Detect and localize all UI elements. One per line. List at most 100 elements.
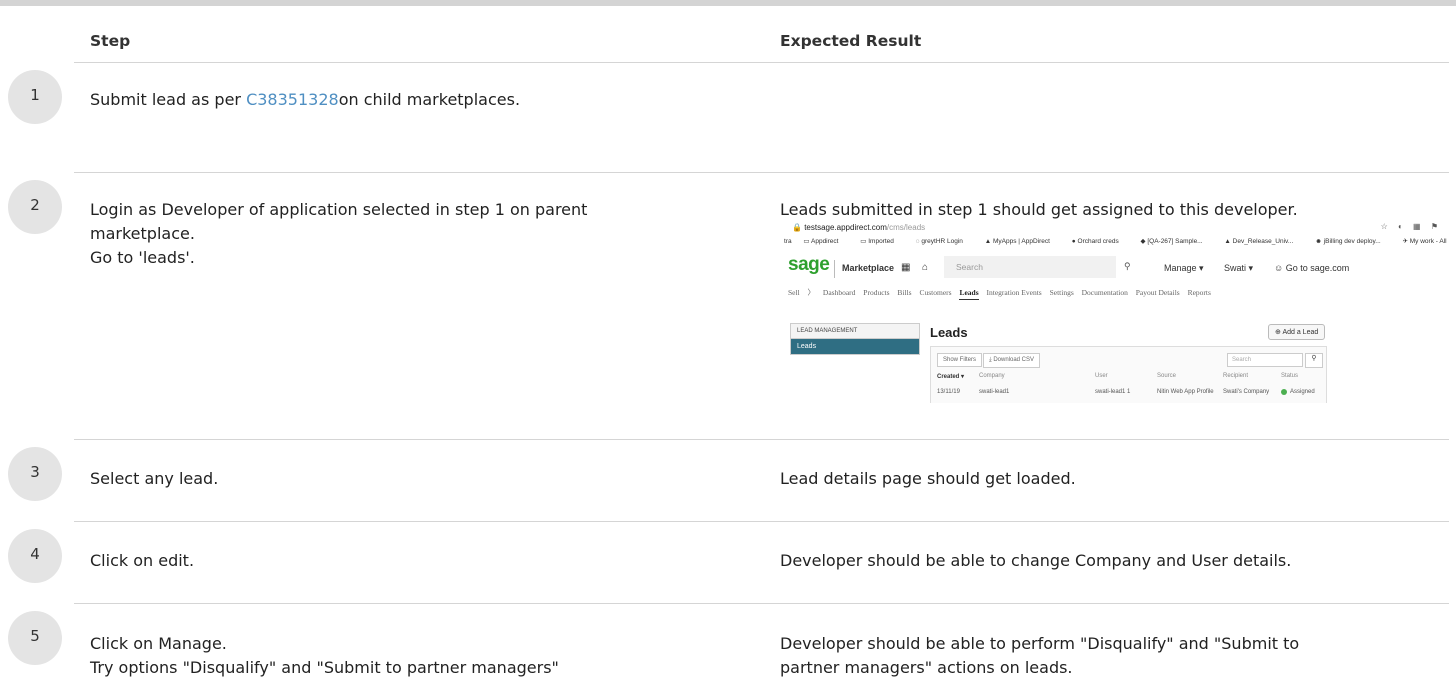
search-icon[interactable]: ⚲ xyxy=(1305,353,1323,368)
subnav-leads[interactable]: Leads xyxy=(959,288,979,300)
expected-line: Lead details page should get loaded. xyxy=(780,469,1076,488)
attached-screenshot: 🔒 testsage.appdirect.com/cms/leads ☆ ◐ ▦… xyxy=(784,223,1448,403)
table-search-input[interactable]: Search xyxy=(1227,353,1303,367)
leads-table: Show Filters ⤓ Download CSV Search ⚲ Cre… xyxy=(930,346,1327,403)
top-bar xyxy=(0,0,1456,6)
step-5-text: Click on Manage. Try options "Disqualify… xyxy=(90,632,690,680)
step-4-text: Click on edit. xyxy=(90,549,690,573)
subnav-products[interactable]: Products xyxy=(863,288,889,297)
step-line: Go to 'leads'. xyxy=(90,248,195,267)
step-number: 3 xyxy=(8,447,62,501)
step-3-expected: Lead details page should get loaded. xyxy=(780,467,1440,491)
cell-source: Nitin Web App Profile xyxy=(1157,389,1214,395)
step-line: Click on edit. xyxy=(90,551,195,570)
col-company: Company xyxy=(979,373,1005,379)
step-5-expected: Developer should be able to perform "Dis… xyxy=(780,632,1440,680)
step-line: Select any lead. xyxy=(90,469,219,488)
bookmark[interactable]: ◌ greytHR Login xyxy=(916,238,973,245)
subnav-sell[interactable]: Sell xyxy=(788,288,800,297)
row-divider xyxy=(74,172,1449,173)
cell-recipient: Swati's Company xyxy=(1223,389,1270,395)
download-icon: ⤓ xyxy=(989,357,992,363)
manage-menu[interactable]: Manage ▾ xyxy=(1164,263,1204,274)
cell-created: 13/11/19 xyxy=(937,389,960,395)
step-4-expected: Developer should be able to change Compa… xyxy=(780,549,1440,573)
subnav-bills[interactable]: Bills xyxy=(897,288,911,297)
step-line: Click on Manage. xyxy=(90,634,227,653)
subnav-dashboard[interactable]: Dashboard xyxy=(823,288,856,297)
cell-company: swati-lead1 xyxy=(979,389,1010,395)
status-dot-icon xyxy=(1281,389,1287,395)
bookmark[interactable]: ☻ jBilling dev deploy... xyxy=(1315,238,1391,245)
download-csv-button[interactable]: ⤓ Download CSV xyxy=(983,353,1041,368)
subnav-reports[interactable]: Reports xyxy=(1188,288,1211,297)
step-text-suffix: on child marketplaces. xyxy=(338,90,521,109)
subnav-documentation[interactable]: Documentation xyxy=(1082,288,1128,297)
subnav-settings[interactable]: Settings xyxy=(1050,288,1074,297)
step-line: marketplace. xyxy=(90,224,195,243)
step-line: Login as Developer of application select… xyxy=(90,200,588,219)
url-bar: 🔒 testsage.appdirect.com/cms/leads xyxy=(792,223,926,232)
bookmark[interactable]: ▭ Imported xyxy=(860,238,904,245)
header-divider xyxy=(74,62,1449,63)
browser-icons: ☆ ◐ ▦ ⚑ xyxy=(1380,223,1442,231)
url-path: /cms/leads xyxy=(886,223,926,232)
step-1-text: Submit lead as per C38351328on child mar… xyxy=(90,88,690,112)
subnav-integration-events[interactable]: Integration Events xyxy=(987,288,1042,297)
show-filters-button[interactable]: Show Filters xyxy=(937,353,983,367)
step-number: 5 xyxy=(8,611,62,665)
bookmark[interactable]: ▭ Appdirect xyxy=(803,238,848,245)
page-title: Leads xyxy=(930,325,968,340)
step-3-text: Select any lead. xyxy=(90,467,690,491)
subnav-payout-details[interactable]: Payout Details xyxy=(1136,288,1180,297)
bookmark[interactable]: tra xyxy=(784,238,792,245)
col-status: Status xyxy=(1281,373,1299,379)
row-divider xyxy=(74,521,1449,522)
expected-line: Leads submitted in step 1 should get ass… xyxy=(780,200,1298,219)
subnav-customers[interactable]: Customers xyxy=(919,288,951,297)
step-number: 2 xyxy=(8,180,62,234)
case-link[interactable]: C38351328 xyxy=(246,90,339,109)
go-to-site-link[interactable]: ☺ Go to sage.com xyxy=(1274,263,1349,273)
sidebar-heading: LEAD MANAGEMENT xyxy=(791,324,919,339)
bookmark[interactable]: ✈ My work - All xyxy=(1403,238,1449,245)
bookmark[interactable]: ◆ [QA-267] Sample... xyxy=(1141,238,1213,245)
step-2-text: Login as Developer of application select… xyxy=(90,198,690,270)
sidebar-item-leads[interactable]: Leads xyxy=(791,339,919,354)
lead-management-sidebar: LEAD MANAGEMENT Leads xyxy=(790,323,920,355)
bookmarks-bar: tra ▭ Appdirect ▭ Imported ◌ greytHR Log… xyxy=(784,237,1448,245)
marketplace-search-input[interactable]: Search xyxy=(944,256,1116,278)
store-icon[interactable]: ⌂ xyxy=(922,262,928,273)
logo-separator xyxy=(834,260,835,278)
column-header-step: Step xyxy=(90,32,131,50)
marketplace-label: Marketplace xyxy=(842,263,895,273)
apps-grid-icon[interactable]: ▦ xyxy=(901,262,910,273)
bookmark[interactable]: ▲ Dev_Release_Univ... xyxy=(1224,238,1303,245)
row-divider xyxy=(74,603,1449,604)
col-recipient: Recipient xyxy=(1223,373,1249,379)
column-header-expected-result: Expected Result xyxy=(780,32,922,50)
col-source: Source xyxy=(1157,373,1177,379)
expected-line: Developer should be able to perform "Dis… xyxy=(780,634,1300,653)
bookmark[interactable]: ▲ MyApps | AppDirect xyxy=(985,238,1060,245)
step-text-prefix: Submit lead as per xyxy=(90,90,247,109)
plus-icon: ⊕ xyxy=(1275,329,1281,336)
expected-line: Developer should be able to change Compa… xyxy=(780,551,1292,570)
step-number: 4 xyxy=(8,529,62,583)
expected-line: partner managers" actions on leads. xyxy=(780,658,1073,677)
sub-navigation: Sell 〉 Dashboard Products Bills Customer… xyxy=(788,287,1217,300)
sage-logo[interactable]: sage xyxy=(788,254,830,276)
step-line: Try options "Disqualify" and "Submit to … xyxy=(90,658,559,677)
cell-user: swati-lead1 1 xyxy=(1095,389,1131,395)
row-divider xyxy=(74,439,1449,440)
col-created[interactable]: Created ▾ xyxy=(937,373,964,380)
step-number: 1 xyxy=(8,70,62,124)
user-menu[interactable]: Swati ▾ xyxy=(1224,263,1253,274)
subnav-separator: 〉 xyxy=(807,288,816,297)
search-icon[interactable]: ⚲ xyxy=(1124,261,1131,272)
url-host: testsage.appdirect.com xyxy=(804,223,887,232)
bookmark[interactable]: ● Orchard creds xyxy=(1072,238,1129,245)
add-lead-button[interactable]: ⊕ Add a Lead xyxy=(1268,324,1326,340)
step-2-expected: Leads submitted in step 1 should get ass… xyxy=(780,198,1440,222)
cell-status: Assigned xyxy=(1281,389,1315,396)
